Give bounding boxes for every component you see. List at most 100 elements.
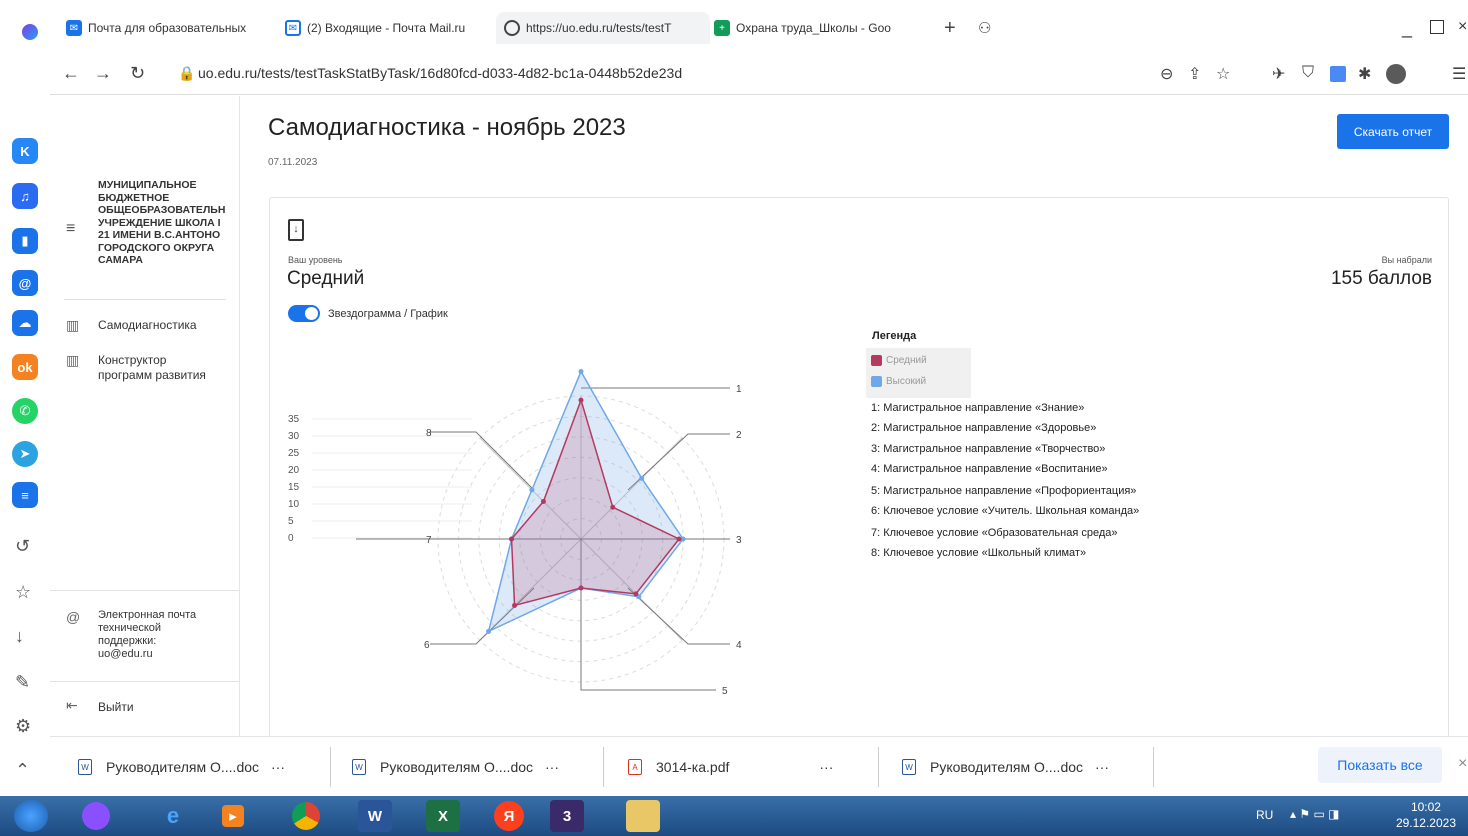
pdf-icon: A [628,759,642,775]
url-field[interactable]: uo.edu.ru/tests/testTaskStatByTask/16d80… [198,65,682,81]
show-all-downloads-button[interactable]: Показать все [1318,747,1442,783]
org-name-line: САМАРА [98,254,143,266]
more-options-icon[interactable]: ··· [271,759,285,775]
word-icon[interactable]: W [358,800,392,832]
zoom-icon[interactable]: ⊖ [1160,64,1173,84]
os-taskbar: e ▸ W X Я 3 RU ▴ ⚑ ▭ ◨ 10:02 29.12.2023 [0,796,1468,836]
restore-icon[interactable] [1430,20,1444,34]
tab-sheets[interactable]: + Охрана труда_Школы - Goo [714,12,924,44]
tasks-icon[interactable]: ≡ [12,482,38,508]
sidebar-item-program-builder[interactable]: Конструктор программ развития [98,353,208,383]
clock[interactable]: 10:02 29.12.2023 [1396,799,1456,831]
legend-item-high[interactable]: Высокий [871,376,926,387]
divider [50,681,239,682]
mail-at-icon[interactable]: @ [12,270,38,296]
language-indicator[interactable]: RU [1256,808,1273,822]
menu-icon[interactable]: ☰ [1452,64,1466,84]
tick-label: 5 [288,516,294,527]
download-item[interactable]: W Руководителям О....doc ··· [78,759,285,775]
download-item[interactable]: A 3014-ка.pdf ··· [628,759,833,775]
whatsapp-icon[interactable]: ✆ [12,398,38,424]
divider [603,747,604,787]
bookmark-star-icon[interactable]: ☆ [1216,64,1230,84]
cloud-icon[interactable]: ☁ [12,310,38,336]
word-doc-icon: W [902,759,916,775]
toggle-label: Звездограмма / График [328,308,448,320]
axis-label: 3 [736,535,742,546]
legend-item-medium[interactable]: Средний [871,355,927,366]
data-point [578,368,584,374]
back-icon[interactable]: ← [62,63,80,84]
close-icon[interactable]: × [1458,755,1467,773]
more-options-icon[interactable]: ··· [545,759,559,775]
history-icon[interactable]: ↺ [15,536,30,557]
chrome-icon[interactable] [292,802,320,830]
download-item[interactable]: W Руководителям О....doc ··· [352,759,559,775]
odnoklassniki-icon[interactable]: ok [12,354,38,380]
tick-label: 35 [288,414,300,425]
telegram-icon[interactable]: ➤ [12,441,38,467]
data-point [610,504,616,510]
favorites-icon[interactable]: ☆ [15,582,31,603]
tools-icon[interactable]: ✎ [15,672,30,693]
media-icon[interactable]: ▸ [222,805,244,827]
data-point [578,585,584,591]
axis-label: 8 [426,428,432,439]
vk-icon[interactable]: K [12,138,38,164]
support-email[interactable]: Электронная почта технической поддержки:… [98,609,208,661]
minimize-icon[interactable]: _ [1402,18,1412,39]
share-icon[interactable]: ⇪ [1188,64,1201,84]
download-item[interactable]: W Руководителям О....doc ··· [902,759,1109,775]
close-icon[interactable]: × [1458,18,1467,36]
music-icon[interactable]: ♫ [12,183,38,209]
profile-avatar-icon[interactable] [1386,64,1406,84]
logout-icon[interactable]: ⇤ [66,697,78,714]
tab-mail-edu[interactable]: ✉ Почта для образовательных [66,12,274,44]
forward-icon[interactable]: → [94,63,112,84]
tick-label: 0 [288,533,294,544]
mail-icon: ✉ [66,20,82,36]
logout-link[interactable]: Выйти [98,700,134,715]
yandex-icon[interactable]: Я [494,801,524,831]
chart-view-toggle[interactable] [288,305,320,322]
browser-logo-icon[interactable] [22,24,38,40]
excel-icon[interactable]: X [426,800,460,832]
score-label: Вы набрали [1381,255,1432,265]
shield-icon[interactable]: ⛉ [1302,64,1314,82]
level-label: Ваш уровень [288,255,343,265]
translate-icon[interactable] [1330,66,1346,82]
alice-icon[interactable] [82,802,110,830]
rocket-icon[interactable]: ✈ [1272,64,1285,84]
new-tab-icon[interactable]: + [944,17,956,40]
data-point [676,536,682,542]
axis-description: 8: Ключевое условие «Школьный климат» [871,547,1087,559]
browser-taskbar-icon[interactable]: 3 [550,800,584,832]
downloads-icon[interactable]: ↓ [15,626,24,647]
download-report-button[interactable]: Скачать отчет [1337,114,1449,149]
data-point [486,628,492,634]
clock-date: 29.12.2023 [1395,816,1456,830]
sidebar-item-self-diagnostics[interactable]: Самодиагностика [98,318,197,333]
more-options-icon[interactable]: ··· [819,759,833,775]
start-icon[interactable] [14,800,48,832]
download-name: 3014-ка.pdf [656,759,730,775]
hamburger-menu-icon[interactable]: ≡ [66,220,75,238]
word-doc-icon: W [78,759,92,775]
axis-description: 3: Магистральное направление «Творчество… [871,443,1106,455]
downloads-bar: W Руководителям О....doc ··· W Руководит… [50,736,1468,796]
clock-time: 10:02 [1410,800,1441,814]
ie-icon[interactable]: e [156,800,190,832]
document-download-icon[interactable]: ↓ [288,219,304,241]
chevron-up-icon[interactable]: ⌃ [15,760,30,781]
data-point [509,536,515,542]
tab-mailru[interactable]: ✉ (2) Входящие - Почта Mail.ru [285,12,490,44]
explorer-icon[interactable] [626,800,660,832]
more-options-icon[interactable]: ··· [1095,759,1109,775]
incognito-icon[interactable]: ⚇ [978,19,991,37]
stats-icon[interactable]: ▮ [12,228,38,254]
extensions-icon[interactable]: ✱ [1358,64,1371,84]
settings-gear-icon[interactable]: ⚙ [15,716,31,737]
tab-uo-edu[interactable]: https://uo.edu.ru/tests/testT [496,12,710,44]
tray-icons[interactable]: ▴ ⚑ ▭ ◨ [1290,807,1339,821]
reload-icon[interactable]: ↻ [130,63,145,84]
